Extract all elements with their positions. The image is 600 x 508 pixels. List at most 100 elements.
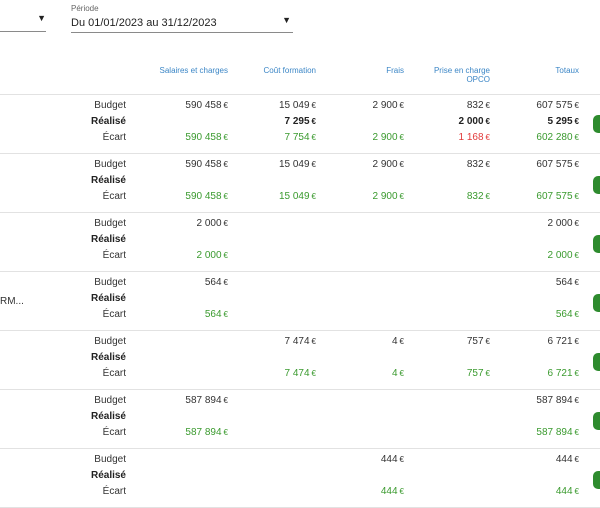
cell-value: 590 458 [185,132,222,143]
row-label-budget: Budget [94,100,126,111]
status-pill-button[interactable] [593,294,600,312]
status-pill-button[interactable] [593,471,600,489]
row-label-ecart: Écart [102,132,126,143]
status-pill-button[interactable] [593,412,600,430]
cell-budget-4: 444 € [556,454,579,465]
row-label-budget: Budget [94,336,126,347]
currency-symbol: € [485,337,490,346]
currency-symbol: € [223,219,228,228]
cell-ecart-0: 587 894 € [185,427,228,438]
cell-value: 444 [555,454,573,465]
currency-symbol: € [311,101,316,110]
currency-symbol: € [574,369,579,378]
periode-select[interactable]: Période Du 01/01/2023 au 31/12/2023 ▼ [71,2,293,33]
row-budget: Budget 444 €444 € [0,454,600,470]
cell-value: 15 049 [278,159,310,170]
currency-symbol: € [399,487,404,496]
cell-ecart-4: 587 894 € [536,427,579,438]
currency-symbol: € [574,337,579,346]
cell-value: 15 049 [278,191,310,202]
row-realise: Réalisé [0,293,600,309]
cell-value: 2 900 [372,100,398,111]
cell-value: 587 894 [185,395,222,406]
cell-value: 832 [466,159,484,170]
cell-value: 564 [204,277,222,288]
cell-ecart-2: 444 € [381,486,404,497]
row-label-realise: Réalisé [90,116,126,127]
cell-value: 587 894 [185,427,222,438]
cell-budget-4: 564 € [556,277,579,288]
row-ecart: Écart 564 €564 € [0,309,600,325]
filter-select[interactable]: ▼ [0,10,46,32]
budget-group: RM... Budget 564 €564 € Réalisé Écart 564 €564 € [0,272,600,331]
row-ecart: Écart 2 000 €2 000 € [0,250,600,266]
cell-ecart-0: 590 458 € [185,191,228,202]
row-label-ecart: Écart [102,427,126,438]
cell-ecart-3: 832 € [467,191,490,202]
cell-ecart-4: 564 € [556,309,579,320]
currency-symbol: € [223,396,228,405]
cell-ecart-1: 7 754 € [285,132,316,143]
currency-symbol: € [311,192,316,201]
cell-value: 2 900 [372,132,398,143]
cell-value: 15 049 [278,100,310,111]
row-label-realise: Réalisé [90,293,126,304]
currency-symbol: € [574,117,579,126]
row-ecart: Écart 590 458 €15 049 €2 900 €832 €607 575 € [0,191,600,207]
column-header-prise-en-charge-opco[interactable]: Prise en charge OPCO [434,66,490,84]
currency-symbol: € [223,428,228,437]
cell-value: 2 900 [372,191,398,202]
cell-value: 7 295 [284,116,310,127]
currency-symbol: € [574,192,579,201]
cell-value: 564 [555,309,573,320]
cell-ecart-2: 2 900 € [373,132,404,143]
cell-value: 587 894 [536,395,573,406]
row-label-ecart: Écart [102,368,126,379]
cell-realise-1: 7 295 € [285,116,316,127]
cell-ecart-2: 4 € [392,368,404,379]
row-label-ecart: Écart [102,486,126,497]
currency-symbol: € [399,133,404,142]
cell-budget-3: 757 € [467,336,490,347]
cell-value: 590 458 [185,159,222,170]
status-pill-button[interactable] [593,353,600,371]
cell-budget-2: 444 € [381,454,404,465]
status-pill-button[interactable] [593,115,600,133]
column-header-cout-formation[interactable]: Coût formation [264,66,316,75]
cell-ecart-1: 15 049 € [279,191,316,202]
currency-symbol: € [223,101,228,110]
row-label-realise: Réalisé [90,352,126,363]
cell-value: 590 458 [185,191,222,202]
cell-ecart-0: 2 000 € [197,250,228,261]
cell-budget-3: 832 € [467,100,490,111]
currency-symbol: € [574,160,579,169]
status-pill-button[interactable] [593,176,600,194]
cell-value: 1 168 [458,132,484,143]
cell-value: 757 [466,336,484,347]
column-header-totaux[interactable]: Totaux [555,66,579,75]
periode-label: Période [71,4,99,13]
currency-symbol: € [311,160,316,169]
column-header-frais[interactable]: Frais [386,66,404,75]
column-header-salaires[interactable]: Salaires et charges [160,66,228,75]
currency-symbol: € [311,369,316,378]
cell-ecart-4: 602 280 € [536,132,579,143]
currency-symbol: € [399,192,404,201]
status-pill-button[interactable] [593,235,600,253]
cell-budget-1: 7 474 € [285,336,316,347]
currency-symbol: € [223,251,228,260]
cell-value: 7 754 [284,132,310,143]
cell-budget-4: 2 000 € [548,218,579,229]
currency-symbol: € [399,369,404,378]
currency-symbol: € [574,428,579,437]
cell-budget-4: 587 894 € [536,395,579,406]
caret-down-icon: ▼ [282,15,291,25]
row-realise: Réalisé [0,352,600,368]
cell-value: 444 [555,486,573,497]
row-label-budget: Budget [94,454,126,465]
cell-budget-4: 6 721 € [548,336,579,347]
cell-value: 607 575 [536,159,573,170]
currency-symbol: € [485,192,490,201]
currency-symbol: € [399,455,404,464]
cell-ecart-4: 444 € [556,486,579,497]
